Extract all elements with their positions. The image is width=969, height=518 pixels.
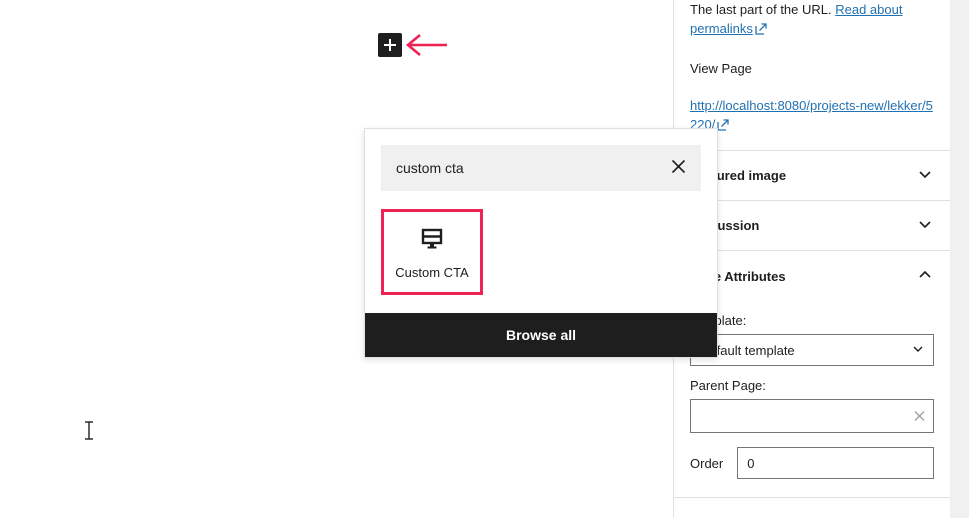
- clear-parent-page-button[interactable]: [913, 410, 926, 423]
- text-cursor-icon: [83, 421, 95, 440]
- parent-page-label: Parent Page:: [690, 378, 766, 393]
- permalink-url-row: http://localhost:8080/projects-new/lekke…: [690, 96, 934, 136]
- template-select[interactable]: Default template: [690, 334, 934, 366]
- plus-icon: [378, 33, 402, 57]
- chevron-up-icon: [916, 266, 934, 287]
- left-arrow-annotation-icon: [404, 32, 448, 58]
- chevron-down-icon: [916, 215, 934, 236]
- monitor-icon: [419, 223, 445, 255]
- view-page-label: View Page: [690, 61, 752, 76]
- chevron-down-icon: [916, 165, 934, 186]
- panel-slider-revolution[interactable]: Slider Revolution: [674, 498, 950, 518]
- template-label: Template:: [690, 313, 747, 328]
- permalink-help-prefix: The last part of the URL.: [690, 2, 836, 17]
- external-link-icon: [717, 117, 729, 136]
- chevron-up-icon: [916, 513, 934, 518]
- block-inserter-search-row: [365, 129, 717, 195]
- block-inserter-search-box[interactable]: [381, 145, 701, 191]
- block-result-custom-cta[interactable]: Custom CTA: [381, 209, 483, 295]
- close-icon: [913, 411, 926, 426]
- close-icon: [671, 159, 686, 177]
- order-label: Order: [690, 455, 724, 471]
- permalink-help-text: The last part of the URL. Read about per…: [690, 0, 934, 40]
- external-link-icon: [755, 21, 767, 40]
- order-field: Order: [674, 433, 950, 479]
- block-inserter-popover: Custom CTA Browse all: [364, 128, 718, 358]
- permalink-section: The last part of the URL. Read about per…: [674, 0, 950, 136]
- order-input[interactable]: [737, 447, 934, 479]
- browse-all-button[interactable]: Browse all: [365, 313, 717, 357]
- parent-page-field: Parent Page:: [674, 366, 950, 433]
- block-result-label: Custom CTA: [395, 265, 469, 281]
- clear-search-button[interactable]: [664, 154, 692, 182]
- window-scroll-gutter[interactable]: [950, 0, 969, 518]
- block-inserter-toggle-button[interactable]: [378, 33, 402, 57]
- block-results-grid: Custom CTA: [365, 195, 717, 313]
- block-search-input[interactable]: [382, 146, 700, 190]
- parent-page-input[interactable]: [690, 399, 934, 433]
